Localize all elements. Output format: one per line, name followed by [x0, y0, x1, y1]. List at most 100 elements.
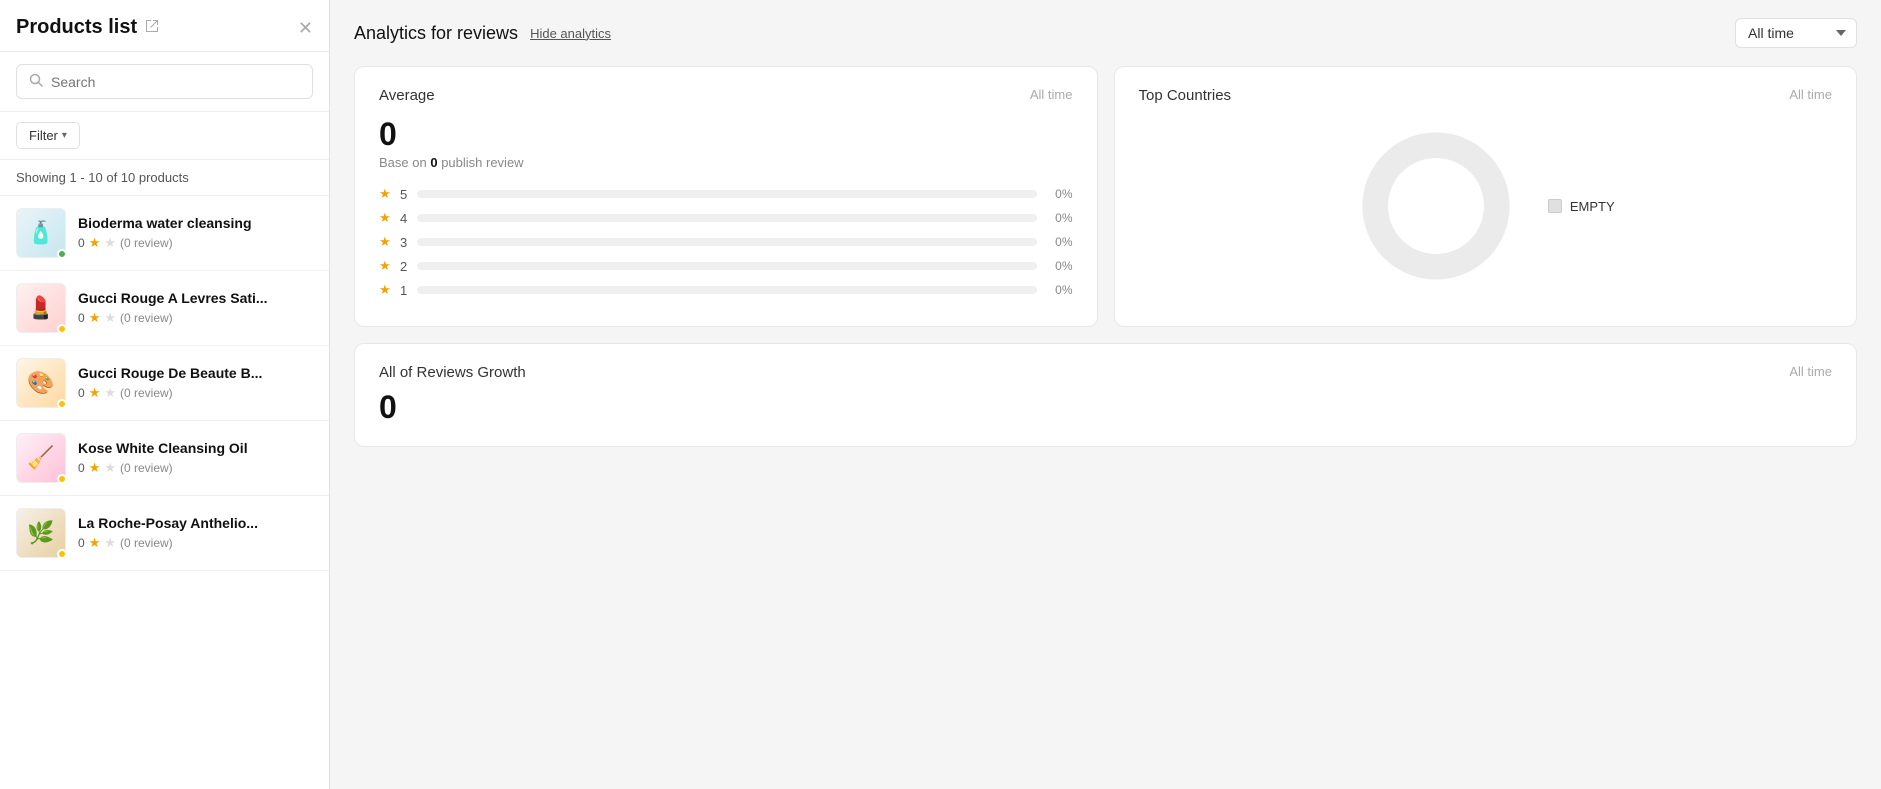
- star-empty-icon: ★: [104, 535, 116, 551]
- pct-label: 0%: [1045, 211, 1073, 225]
- base-count: 0: [430, 155, 437, 170]
- review-count: (0 review): [120, 311, 173, 325]
- main-content: Analytics for reviews Hide analytics All…: [330, 0, 1881, 789]
- analytics-title: Analytics for reviews: [354, 23, 518, 44]
- products-count-text: Showing 1 - 10 of 10 products: [0, 160, 329, 196]
- progress-bar-bg: [417, 262, 1037, 270]
- search-input[interactable]: [51, 74, 300, 90]
- progress-bar-bg: [417, 214, 1037, 222]
- product-name: Gucci Rouge A Levres Sati...: [78, 290, 313, 306]
- donut-chart-wrapper: EMPTY: [1139, 116, 1833, 286]
- product-thumbnail: 🧹: [16, 433, 66, 483]
- product-rating-row: 0 ★★ (0 review): [78, 385, 313, 401]
- product-thumb-icon: 🧹: [27, 445, 54, 471]
- review-count: (0 review): [120, 536, 173, 550]
- rating-row: ★30%: [379, 234, 1073, 250]
- list-item[interactable]: 🧹Kose White Cleansing Oil0★★(0 review): [0, 421, 329, 496]
- list-item[interactable]: 🎨 Gucci Rouge De Beaute B... 0 ★★ (0 review): [0, 346, 329, 421]
- star-filled-icon: ★: [89, 460, 101, 476]
- time-filter-select[interactable]: All timeLast 7 daysLast 30 daysLast 90 d…: [1735, 18, 1857, 48]
- product-thumb-icon: 💄: [27, 295, 54, 321]
- rating-row: ★40%: [379, 210, 1073, 226]
- rating-score: 0: [78, 236, 85, 250]
- status-dot: [57, 324, 67, 334]
- product-rating-row: 0 ★★ (0 review): [78, 235, 313, 251]
- rating-number: 5: [399, 187, 409, 202]
- base-suffix: publish review: [441, 155, 523, 170]
- product-name: Gucci Rouge De Beaute B...: [78, 365, 313, 381]
- rating-star-icon: ★: [379, 282, 391, 298]
- search-section: [0, 52, 329, 112]
- search-box: [16, 64, 313, 99]
- progress-bar-bg: [417, 286, 1037, 294]
- pct-label: 0%: [1045, 283, 1073, 297]
- rating-row: ★ 2 0%: [379, 258, 1073, 274]
- chevron-down-icon: ▾: [62, 130, 67, 141]
- product-rating-row: 0★★(0 review): [78, 310, 313, 326]
- rating-score: 0: [78, 461, 85, 475]
- rating-score: 0: [78, 536, 85, 550]
- growth-score: 0: [379, 389, 1832, 426]
- hide-analytics-link[interactable]: Hide analytics: [530, 26, 611, 41]
- average-score: 0: [379, 116, 1073, 153]
- product-list: 🧴Bioderma water cleansing0★★(0 review)💄G…: [0, 196, 329, 789]
- star-filled-icon: ★: [89, 235, 101, 251]
- top-countries-card: Top Countries All time EMPTY: [1114, 66, 1858, 327]
- analytics-title-area: Analytics for reviews Hide analytics: [354, 23, 611, 44]
- product-info: Bioderma water cleansing0★★(0 review): [78, 215, 313, 251]
- list-item[interactable]: 🧴Bioderma water cleansing0★★(0 review): [0, 196, 329, 271]
- star-filled-icon: ★: [89, 535, 101, 551]
- top-countries-title: Top Countries: [1139, 87, 1232, 104]
- list-item[interactable]: 🌿 La Roche-Posay Anthelio... 0 ★★ (0 review): [0, 496, 329, 571]
- product-name: Kose White Cleansing Oil: [78, 440, 313, 456]
- product-info: Gucci Rouge A Levres Sati...0★★(0 review…: [78, 290, 313, 326]
- rating-star-icon: ★: [379, 186, 391, 202]
- list-item[interactable]: 💄 Gucci Rouge A Levres Sati...0★★(0 revie…: [0, 271, 329, 346]
- rating-row: ★50%: [379, 186, 1073, 202]
- product-rating-row: 0★★(0 review): [78, 460, 313, 476]
- sidebar-title-text: Products list: [16, 16, 137, 39]
- average-card-title: Average: [379, 87, 435, 104]
- average-card-time: All time: [1030, 87, 1073, 102]
- star-filled-icon: ★: [89, 385, 101, 401]
- rating-star-icon: ★: [379, 258, 391, 274]
- star-empty-icon: ★: [104, 235, 116, 251]
- analytics-header: Analytics for reviews Hide analytics All…: [330, 0, 1881, 66]
- product-info: Gucci Rouge De Beaute B... 0 ★★ (0 review): [78, 365, 313, 401]
- close-icon[interactable]: ✕: [298, 19, 313, 37]
- top-cards-row: Average All time 0 Base on 0 publish rev…: [330, 66, 1881, 343]
- growth-header: All of Reviews Growth All time: [379, 364, 1832, 381]
- filter-button[interactable]: Filter ▾: [16, 122, 80, 149]
- legend-box: [1548, 199, 1562, 213]
- filter-label: Filter: [29, 128, 58, 143]
- average-card-header: Average All time: [379, 87, 1073, 104]
- external-link-icon[interactable]: [145, 19, 159, 36]
- rating-number: 4: [399, 211, 409, 226]
- product-thumbnail: 🧴: [16, 208, 66, 258]
- rating-star-icon: ★: [379, 234, 391, 250]
- pct-label: 0%: [1045, 235, 1073, 249]
- rating-score: 0: [78, 386, 85, 400]
- sidebar-title-area: Products list: [16, 16, 159, 39]
- product-info: Kose White Cleansing Oil0★★(0 review): [78, 440, 313, 476]
- pct-label: 0%: [1045, 259, 1073, 273]
- review-count: (0 review): [120, 386, 173, 400]
- base-text: Base on 0 publish review: [379, 155, 1073, 170]
- donut-chart: [1356, 126, 1516, 286]
- review-count: (0 review): [120, 236, 173, 250]
- sidebar: Products list ✕ Filter ▾: [0, 0, 330, 789]
- status-dot: [57, 474, 67, 484]
- growth-card: All of Reviews Growth All time 0: [354, 343, 1857, 447]
- progress-bar-bg: [417, 238, 1037, 246]
- donut-legend: EMPTY: [1548, 199, 1615, 214]
- star-empty-icon: ★: [104, 385, 116, 401]
- rating-number: 2: [399, 259, 409, 274]
- product-thumb-icon: 🧴: [27, 220, 54, 246]
- rating-number: 1: [399, 283, 409, 298]
- star-empty-icon: ★: [104, 310, 116, 326]
- product-name: La Roche-Posay Anthelio...: [78, 515, 313, 531]
- product-thumbnail: 🌿: [16, 508, 66, 558]
- filter-section: Filter ▾: [0, 112, 329, 160]
- product-thumbnail: 🎨: [16, 358, 66, 408]
- legend-item-empty: EMPTY: [1548, 199, 1615, 214]
